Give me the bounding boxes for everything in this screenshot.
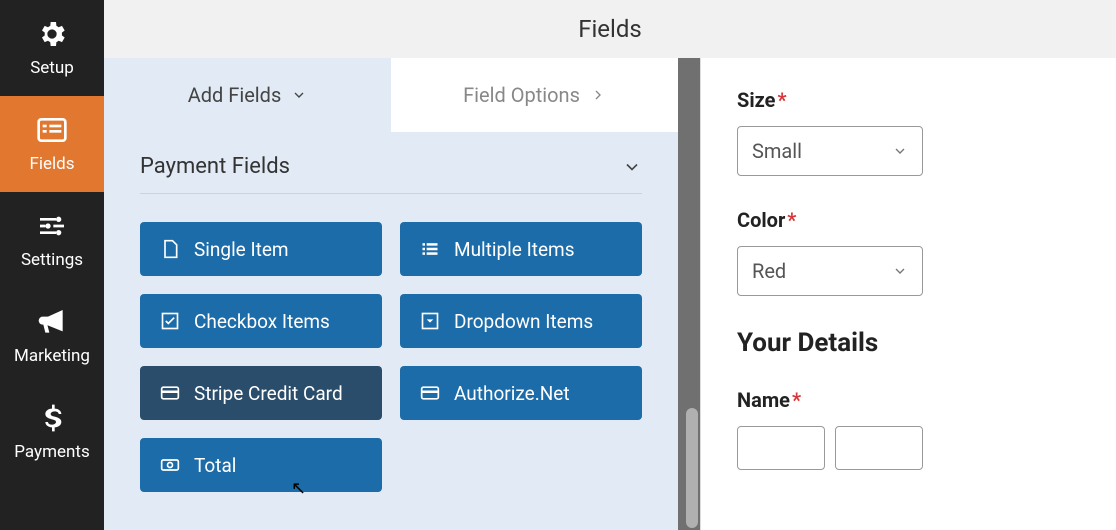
credit-card-icon: [420, 383, 440, 403]
sidebar-item-payments[interactable]: Payments: [0, 384, 104, 480]
sidebar-item-marketing[interactable]: Marketing: [0, 288, 104, 384]
bullhorn-icon: [36, 306, 68, 338]
field-multiple-items[interactable]: Multiple Items: [400, 222, 642, 276]
field-total[interactable]: Total: [140, 438, 382, 492]
color-label: Color*: [737, 208, 1080, 232]
tab-field-options[interactable]: Field Options: [391, 58, 678, 132]
field-stripe-credit-card[interactable]: Stripe Credit Card: [140, 366, 382, 420]
field-authorize-net[interactable]: Authorize.Net: [400, 366, 642, 420]
page-title: Fields: [104, 0, 1116, 58]
chevron-down-icon: [892, 143, 908, 159]
sidebar-label: Fields: [29, 154, 74, 174]
panel-divider[interactable]: [678, 58, 700, 530]
sidebar-item-fields[interactable]: Fields: [0, 96, 104, 192]
size-select[interactable]: Small: [737, 126, 923, 176]
last-name-input[interactable]: [835, 426, 923, 470]
name-label: Name*: [737, 388, 1080, 412]
chevron-right-icon: [590, 87, 606, 103]
field-checkbox-items[interactable]: Checkbox Items: [140, 294, 382, 348]
sidebar-label: Settings: [21, 250, 83, 270]
gear-icon: [36, 18, 68, 50]
workspace: Add Fields Field Options Payment Fields …: [104, 58, 1116, 530]
money-icon: [160, 455, 180, 475]
sidebar-label: Setup: [30, 58, 74, 78]
sidebar-label: Payments: [14, 442, 89, 462]
chevron-down-icon: [291, 87, 307, 103]
field-single-item[interactable]: Single Item: [140, 222, 382, 276]
size-label: Size*: [737, 88, 1080, 112]
section-title: Payment Fields: [140, 154, 290, 179]
checkbox-icon: [160, 311, 180, 331]
list-icon: [36, 114, 68, 146]
chevron-down-icon: [892, 263, 908, 279]
field-buttons-grid: Single Item Multiple Items Checkbox Item…: [104, 194, 678, 520]
sidebar-label: Marketing: [14, 346, 90, 366]
list-icon: [420, 239, 440, 259]
dollar-icon: [36, 402, 68, 434]
app-sidebar: Setup Fields Settings Marketing Payments: [0, 0, 104, 530]
panel-tabs: Add Fields Field Options: [104, 58, 678, 132]
sliders-icon: [36, 210, 68, 242]
section-your-details: Your Details: [737, 328, 1080, 358]
first-name-input[interactable]: [737, 426, 825, 470]
section-header[interactable]: Payment Fields: [104, 132, 678, 193]
sidebar-item-settings[interactable]: Settings: [0, 192, 104, 288]
tab-add-fields[interactable]: Add Fields: [104, 58, 391, 132]
credit-card-icon: [160, 383, 180, 403]
scroll-thumb[interactable]: [686, 408, 698, 528]
form-preview: Size* Small Color* Red Your Details Name…: [700, 58, 1116, 530]
field-dropdown-items[interactable]: Dropdown Items: [400, 294, 642, 348]
fields-panel: Add Fields Field Options Payment Fields …: [104, 58, 678, 530]
color-select[interactable]: Red: [737, 246, 923, 296]
chevron-down-icon: [622, 157, 642, 177]
name-inputs: [737, 426, 1080, 470]
dropdown-icon: [420, 311, 440, 331]
main-area: Fields Add Fields Field Options Payment …: [104, 0, 1116, 530]
sidebar-item-setup[interactable]: Setup: [0, 0, 104, 96]
file-icon: [160, 239, 180, 259]
